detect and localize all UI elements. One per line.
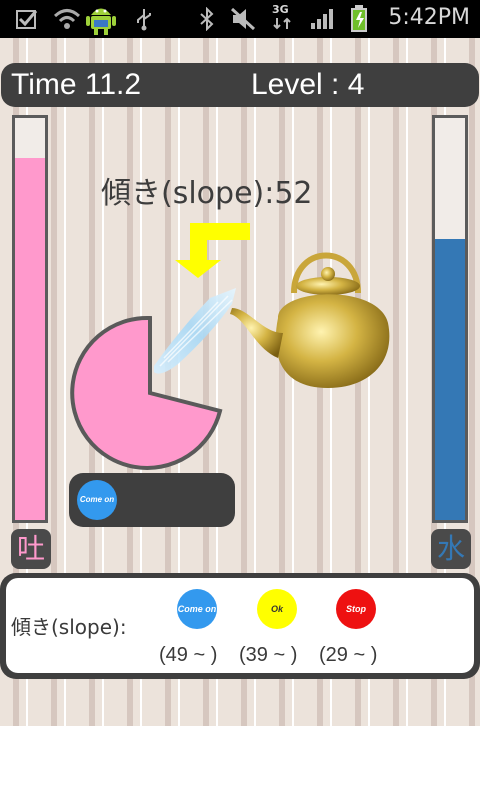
right-gauge bbox=[432, 115, 468, 523]
slope-readout: 傾き(slope):52 bbox=[101, 176, 313, 211]
network-type: 3G bbox=[272, 3, 289, 16]
status-bar: 3G 5:42PM bbox=[0, 0, 480, 38]
slope-legend: 傾き(slope): Come on (49 ~ ) Ok (39 ~ ) St… bbox=[0, 573, 480, 679]
mute-icon bbox=[230, 7, 256, 31]
legend-come-on-range: (49 ~ ) bbox=[159, 644, 218, 666]
left-gauge-fill bbox=[15, 158, 45, 520]
time-label: Time 11.2 bbox=[11, 68, 142, 101]
status-clock: 5:42PM bbox=[388, 5, 470, 30]
legend-title: 傾き(slope): bbox=[11, 615, 127, 639]
wifi-icon bbox=[53, 9, 81, 29]
left-gauge bbox=[12, 115, 48, 523]
game-area[interactable]: Time 11.2 Level : 4 吐 水 傾き(slope):52 Com… bbox=[0, 38, 480, 726]
level-label: Level : 4 bbox=[251, 68, 365, 101]
android-icon bbox=[86, 8, 116, 35]
battery-icon bbox=[351, 5, 367, 32]
water-stream bbox=[154, 288, 236, 374]
water-kanji-badge: 水 bbox=[431, 529, 471, 569]
teapot-icon bbox=[230, 252, 390, 388]
legend-ok-range: (39 ~ ) bbox=[239, 644, 298, 666]
legend-ok-dot: Ok bbox=[257, 589, 297, 629]
slope-legend-panel: 傾き(slope): Come on (49 ~ ) Ok (39 ~ ) St… bbox=[6, 578, 474, 673]
legend-stop-range: (29 ~ ) bbox=[319, 644, 378, 666]
usb-icon bbox=[137, 9, 151, 31]
3g-icon bbox=[273, 17, 291, 30]
bluetooth-icon bbox=[200, 7, 214, 31]
checkbox-icon bbox=[16, 10, 38, 29]
legend-stop-dot: Stop bbox=[336, 589, 376, 629]
come-on-button[interactable]: Come on bbox=[77, 480, 117, 520]
spit-kanji-badge: 吐 bbox=[11, 529, 51, 569]
slope-indicator-track: Come on bbox=[69, 473, 235, 527]
header-bar: Time 11.2 Level : 4 bbox=[1, 63, 479, 107]
right-gauge-fill bbox=[435, 238, 465, 520]
legend-come-on-dot: Come on bbox=[177, 589, 217, 629]
signal-icon bbox=[311, 9, 333, 29]
